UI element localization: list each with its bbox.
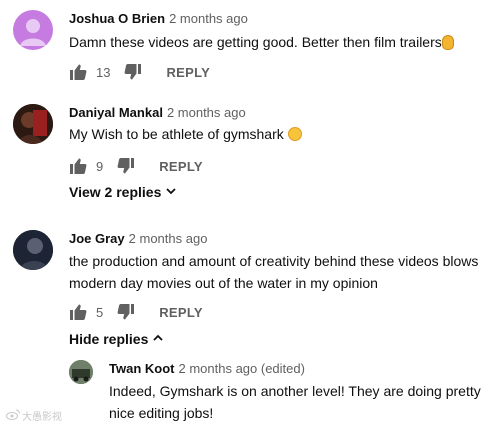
comment-text: Damn these videos are getting good. Bett… bbox=[69, 31, 479, 53]
author-name[interactable]: Joe Gray bbox=[69, 231, 125, 246]
comment-body: My Wish to be athlete of gymshark bbox=[69, 126, 284, 142]
thumbs-down-icon[interactable] bbox=[124, 63, 142, 81]
thumbs-up-icon[interactable] bbox=[69, 157, 87, 175]
chevron-up-icon bbox=[148, 331, 164, 347]
avatar[interactable] bbox=[69, 360, 93, 384]
like-count: 9 bbox=[96, 158, 104, 174]
hide-replies-label: Hide replies bbox=[69, 331, 149, 347]
comment-text: My Wish to be athlete of gymshark bbox=[69, 123, 479, 145]
comment-time[interactable]: 2 months ago bbox=[167, 105, 246, 120]
comment-time[interactable]: 2 months ago bbox=[169, 11, 248, 26]
watermark-text: 大愚影视 bbox=[22, 412, 62, 423]
thumbs-up-icon[interactable] bbox=[69, 63, 87, 81]
avatar[interactable] bbox=[13, 10, 53, 50]
sad-face-emoji-icon bbox=[287, 127, 302, 141]
author-name[interactable]: Twan Koot bbox=[109, 361, 174, 376]
like-count: 5 bbox=[96, 304, 104, 320]
comment-text: the production and amount of creativity … bbox=[69, 253, 479, 291]
comment-body: Damn these videos are getting good. Bett… bbox=[69, 34, 442, 50]
author-name[interactable]: Daniyal Mankal bbox=[69, 105, 163, 120]
hide-replies-button[interactable]: Hide replies bbox=[69, 331, 164, 347]
view-replies-label: View 2 replies bbox=[69, 184, 162, 200]
reply-button[interactable]: REPLY bbox=[159, 305, 203, 320]
thumbs-down-icon[interactable] bbox=[117, 303, 135, 321]
comment-text: Indeed, Gymshark is on another level! Th… bbox=[109, 383, 481, 421]
thumbs-up-icon[interactable] bbox=[69, 303, 87, 321]
reply-button[interactable]: REPLY bbox=[159, 159, 203, 174]
view-replies-button[interactable]: View 2 replies bbox=[69, 184, 177, 200]
chevron-down-icon bbox=[161, 184, 177, 200]
avatar[interactable] bbox=[13, 104, 53, 144]
author-name[interactable]: Joshua O Brien bbox=[69, 11, 165, 26]
weibo-logo-icon bbox=[6, 409, 20, 423]
comment-time[interactable]: 2 months ago (edited) bbox=[178, 361, 304, 376]
watermark: 大愚影视 bbox=[6, 408, 62, 423]
comment-time[interactable]: 2 months ago bbox=[129, 231, 208, 246]
reply-button[interactable]: REPLY bbox=[166, 65, 210, 80]
avatar[interactable] bbox=[13, 230, 53, 270]
thumbs-down-icon[interactable] bbox=[117, 157, 135, 175]
ok-hand-emoji-icon bbox=[441, 35, 454, 50]
like-count: 13 bbox=[96, 64, 111, 80]
